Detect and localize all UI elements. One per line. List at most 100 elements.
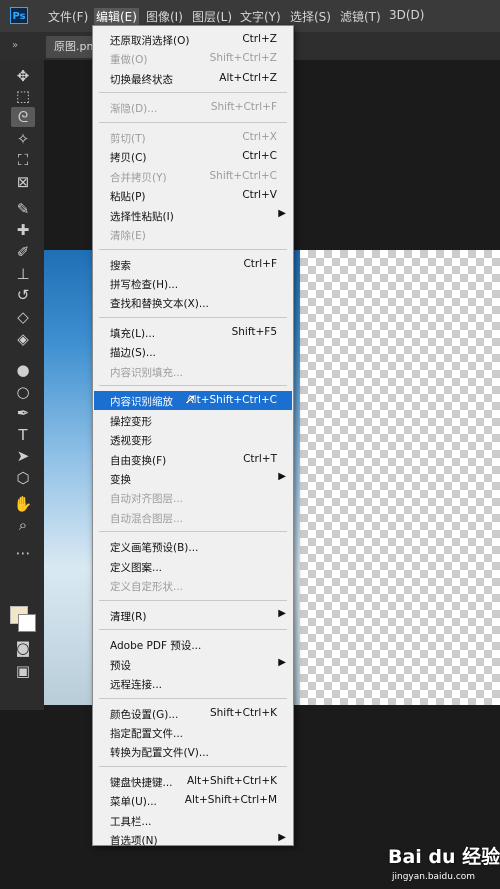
healing-brush-tool-icon[interactable]: ✚ [11, 220, 35, 240]
menu-item-label: 选择性粘贴(I) [110, 210, 174, 223]
menu-3d[interactable]: 3D(D) [389, 8, 424, 22]
eraser-tool-icon[interactable]: ◇ [11, 307, 35, 327]
edit-menu-item[interactable]: 选择性粘贴(I) ▶ [94, 206, 292, 225]
baidu-jingyan-watermark: Bai du 经验 jingyan.baidu.com [388, 842, 500, 886]
type-tool-icon[interactable]: T [11, 425, 35, 445]
menu-item-label: 自动混合图层... [110, 512, 184, 525]
edit-menu-item[interactable]: 颜色设置(G)... Shift+Ctrl+K [94, 704, 292, 723]
menu-item-label: 合并拷贝(Y) [110, 171, 167, 184]
zoom-tool-icon[interactable]: ⌕ [11, 515, 35, 535]
document-tab[interactable]: 原图.pn [46, 36, 94, 58]
menu-type[interactable]: 文字(Y) [240, 8, 281, 25]
edit-menu-item[interactable]: 透视变形 [94, 430, 292, 449]
edit-menu-item[interactable]: 操控变形 [94, 411, 292, 430]
menu-item-shortcut: Alt+Shift+Ctrl+K [186, 774, 277, 787]
menu-select[interactable]: 选择(S) [290, 8, 331, 25]
edit-menu-item[interactable]: 切换最终状态 Alt+Ctrl+Z [94, 69, 292, 88]
screen-mode-icon[interactable]: ▣ [11, 661, 35, 681]
path-selection-tool-icon[interactable]: ➤ [11, 446, 35, 466]
edit-menu-item[interactable]: 指定配置文件... [94, 723, 292, 742]
more-tools-icon[interactable]: ⋯ [11, 543, 35, 563]
edit-menu-item[interactable]: 变换 ▶ [94, 469, 292, 488]
edit-menu-item[interactable]: 自由变换(F) Ctrl+T [94, 450, 292, 469]
menu-item-label: 预设 [110, 659, 131, 672]
menu-separator [99, 316, 287, 318]
menu-item-label: 透视变形 [110, 435, 152, 448]
edit-menu-item[interactable]: 还原取消选择(O) Ctrl+Z [94, 30, 292, 49]
edit-menu-item: 自动混合图层... [94, 508, 292, 527]
menu-item-shortcut: Shift+Ctrl+K [209, 706, 277, 719]
marquee-tool-icon[interactable]: ⬚ [11, 86, 35, 106]
background-color-swatch[interactable] [18, 614, 36, 632]
collapse-toolbar-icon[interactable]: » [12, 40, 18, 51]
shape-tool-icon[interactable]: ⬡ [11, 468, 35, 488]
edit-menu-dropdown: 还原取消选择(O) Ctrl+Z 重做(O) Shift+Ctrl+Z 切换最终状态 Al… [92, 25, 294, 849]
menu-item-shortcut: Shift+Ctrl+F [210, 101, 277, 114]
lasso-tool-icon[interactable]: ᘓ [11, 107, 35, 127]
menu-item-label: 自动对齐图层... [110, 493, 184, 506]
menu-item-label: 定义图案... [110, 561, 163, 574]
transparent-canvas-area [300, 250, 500, 705]
quick-mask-icon[interactable]: ◙ [11, 638, 35, 658]
blur-tool-icon[interactable]: ● [11, 360, 35, 380]
edit-menu-item: 定义自定形状... [94, 576, 292, 595]
menu-item-shortcut: Ctrl+C [242, 150, 277, 163]
edit-menu-item[interactable]: Adobe PDF 预设... [94, 635, 292, 654]
brush-tool-icon[interactable]: ✐ [11, 242, 35, 262]
menu-item-label: 颜色设置(G)... [110, 708, 179, 721]
menu-item-shortcut: Shift+Ctrl+Z [209, 52, 277, 65]
move-tool-icon[interactable]: ✥ [11, 66, 35, 86]
menu-item-shortcut: Ctrl+V [242, 189, 277, 202]
edit-menu-item[interactable]: 首选项(N) ▶ [94, 830, 292, 849]
watermark-url: jingyan.baidu.com [392, 872, 476, 882]
menu-item-label: 定义自定形状... [110, 581, 184, 594]
magic-wand-tool-icon[interactable]: ✧ [11, 129, 35, 149]
eyedropper-tool-icon[interactable]: ✎ [11, 199, 35, 219]
edit-menu-item[interactable]: 键盘快捷键... Alt+Shift+Ctrl+K [94, 772, 292, 791]
menu-item-label: 拼写检查(H)... [110, 278, 179, 291]
dodge-tool-icon[interactable]: ○ [11, 382, 35, 402]
edit-menu-item[interactable]: 菜单(U)... Alt+Shift+Ctrl+M [94, 791, 292, 810]
menu-filter[interactable]: 滤镜(T) [340, 8, 381, 25]
menu-file[interactable]: 文件(F) [48, 8, 88, 25]
edit-menu-item[interactable]: 转换为配置文件(V)... [94, 742, 292, 761]
edit-menu-item[interactable]: 远程连接... [94, 674, 292, 693]
edit-menu-item[interactable]: 清理(R) ▶ [94, 606, 292, 625]
menu-item-shortcut: Shift+F5 [231, 325, 277, 338]
edit-menu-item[interactable]: 定义画笔预设(B)... [94, 537, 292, 556]
menu-item-shortcut: Alt+Ctrl+Z [219, 71, 277, 84]
edit-menu-item[interactable]: 拷贝(C) Ctrl+C [94, 147, 292, 166]
menu-item-label: 填充(L)... [110, 327, 156, 340]
edit-menu-item[interactable]: 工具栏... [94, 811, 292, 830]
clone-stamp-tool-icon[interactable]: ⊥ [11, 264, 35, 284]
edit-menu-item[interactable]: 描边(S)... [94, 342, 292, 361]
menu-item-shortcut: Alt+Shift+Ctrl+M [184, 794, 277, 807]
watermark-brand: Bai du 经验 [388, 846, 500, 868]
edit-menu-item: 自动对齐图层... [94, 488, 292, 507]
menu-item-label: 清除(E) [110, 230, 146, 243]
pen-tool-icon[interactable]: ✒ [11, 403, 35, 423]
menu-item-label: 重做(O) [110, 54, 148, 67]
edit-menu-item[interactable]: 粘贴(P) Ctrl+V [94, 186, 292, 205]
mouse-pointer-icon: ➚ [184, 390, 197, 408]
edit-menu-item[interactable]: 填充(L)... Shift+F5 [94, 323, 292, 342]
menu-layer[interactable]: 图层(L) [192, 8, 232, 25]
edit-menu-item[interactable]: 搜索 Ctrl+F [94, 255, 292, 274]
submenu-arrow-icon: ▶ [278, 607, 286, 619]
paint-bucket-tool-icon[interactable]: ◈ [11, 329, 35, 349]
frame-tool-icon[interactable]: ⊠ [11, 172, 35, 192]
edit-menu-item: 合并拷贝(Y) Shift+Ctrl+C [94, 167, 292, 186]
edit-menu-item[interactable]: 拼写检查(H)... [94, 274, 292, 293]
edit-menu-item[interactable]: 预设 ▶ [94, 655, 292, 674]
hand-tool-icon[interactable]: ✋ [11, 494, 35, 514]
menu-separator [99, 531, 287, 533]
menu-item-label: 内容识别缩放 [110, 396, 173, 409]
edit-menu-item[interactable]: 定义图案... [94, 557, 292, 576]
crop-tool-icon[interactable]: ⛶ [11, 150, 35, 170]
history-brush-tool-icon[interactable]: ↺ [11, 285, 35, 305]
menu-item-label: 清理(R) [110, 610, 147, 623]
menu-image[interactable]: 图像(I) [146, 8, 183, 25]
menu-edit[interactable]: 编辑(E) [94, 8, 139, 25]
menu-separator [99, 92, 287, 94]
edit-menu-item[interactable]: 查找和替换文本(X)... [94, 293, 292, 312]
